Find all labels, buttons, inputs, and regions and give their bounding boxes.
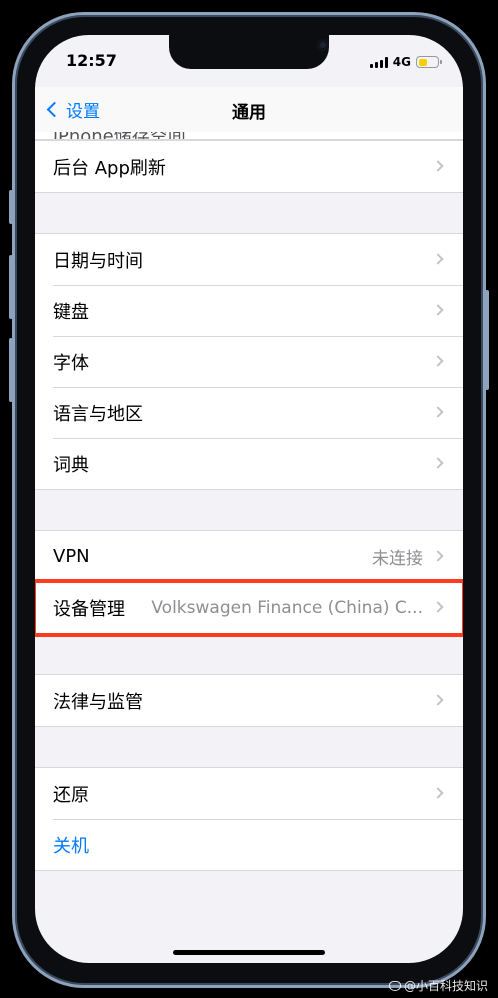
- power-button: [485, 290, 489, 390]
- settings-group-background: 后台 App刷新: [35, 140, 463, 193]
- group-gap: [35, 634, 463, 674]
- chevron-right-icon: [432, 694, 444, 706]
- status-indicators: 4G: [369, 55, 442, 69]
- settings-row-background-app-refresh[interactable]: 后台 App刷新: [35, 141, 463, 192]
- paw-icon: [388, 980, 401, 991]
- settings-row-date-time[interactable]: 日期与时间: [35, 234, 463, 285]
- silent-switch: [9, 190, 13, 224]
- chevron-right-icon: [432, 550, 444, 562]
- settings-row-shut-down[interactable]: 关机: [35, 819, 463, 870]
- chevron-right-icon: [432, 304, 444, 316]
- chevron-right-icon: [432, 457, 444, 469]
- chevron-right-icon: [432, 253, 444, 265]
- chevron-right-icon: [432, 160, 444, 172]
- row-label: 语言与地区: [53, 403, 143, 425]
- navigation-bar: 设置 通用: [35, 87, 463, 132]
- settings-row-keyboard[interactable]: 键盘: [35, 285, 463, 336]
- settings-group-legal: 法律与监管: [35, 674, 463, 727]
- chevron-right-icon: [432, 601, 444, 613]
- row-label: 日期与时间: [53, 250, 143, 272]
- network-type: 4G: [392, 55, 411, 69]
- settings-row-language-region[interactable]: 语言与地区: [35, 387, 463, 438]
- row-label: 字体: [53, 352, 89, 374]
- notch: [169, 35, 329, 69]
- row-label: iPhone储存空间: [53, 132, 186, 139]
- watermark-text: @小百科技知识: [403, 979, 488, 993]
- row-label: 法律与监管: [53, 691, 143, 713]
- volume-down-button: [9, 338, 13, 402]
- status-time: 12:57: [66, 51, 117, 70]
- watermark: @小百科技知识: [388, 977, 488, 994]
- settings-list: iPhone储存空间 后台 App刷新 日期与时间 键盘 字体 语: [35, 132, 463, 871]
- cellular-signal-icon: [369, 56, 388, 68]
- device-management-value: Volkswagen Finance (China) C...: [151, 597, 423, 618]
- row-label: 还原: [53, 784, 89, 806]
- row-label: 后台 App刷新: [53, 157, 166, 179]
- camera-icon: [317, 39, 329, 51]
- screen: 12:57 4G 设置 通用 iPhone储存空间 后台 App刷新: [35, 35, 463, 963]
- group-gap: [35, 490, 463, 530]
- settings-row-device-management[interactable]: 设备管理 Volkswagen Finance (China) C...: [35, 579, 463, 637]
- group-gap: [35, 193, 463, 233]
- chevron-right-icon: [432, 355, 444, 367]
- volume-up-button: [9, 255, 13, 319]
- vpn-status-value: 未连接: [372, 549, 423, 569]
- settings-row-reset[interactable]: 还原: [35, 768, 463, 819]
- group-gap: [35, 727, 463, 767]
- chevron-right-icon: [432, 406, 444, 418]
- row-label: VPN: [53, 546, 90, 567]
- battery-icon: [416, 56, 442, 68]
- settings-group-reset: 还原 关机: [35, 767, 463, 871]
- settings-group-input: 日期与时间 键盘 字体 语言与地区 词典: [35, 233, 463, 490]
- settings-row-fonts[interactable]: 字体: [35, 336, 463, 387]
- row-label: 设备管理: [53, 598, 125, 620]
- page-title: 通用: [232, 103, 266, 123]
- settings-row-legal-regulatory[interactable]: 法律与监管: [35, 675, 463, 726]
- chevron-right-icon: [432, 787, 444, 799]
- row-label: 关机: [53, 835, 89, 857]
- row-label: 键盘: [53, 301, 89, 323]
- settings-group-network: VPN 未连接 设备管理 Volkswagen Finance (China) …: [35, 530, 463, 637]
- battery-level: [418, 58, 428, 66]
- settings-row-dictionary[interactable]: 词典: [35, 438, 463, 489]
- settings-row-vpn[interactable]: VPN 未连接: [35, 531, 463, 582]
- settings-row-iphone-storage[interactable]: iPhone储存空间: [35, 132, 463, 140]
- row-label: 词典: [53, 454, 89, 476]
- home-indicator[interactable]: [173, 950, 325, 955]
